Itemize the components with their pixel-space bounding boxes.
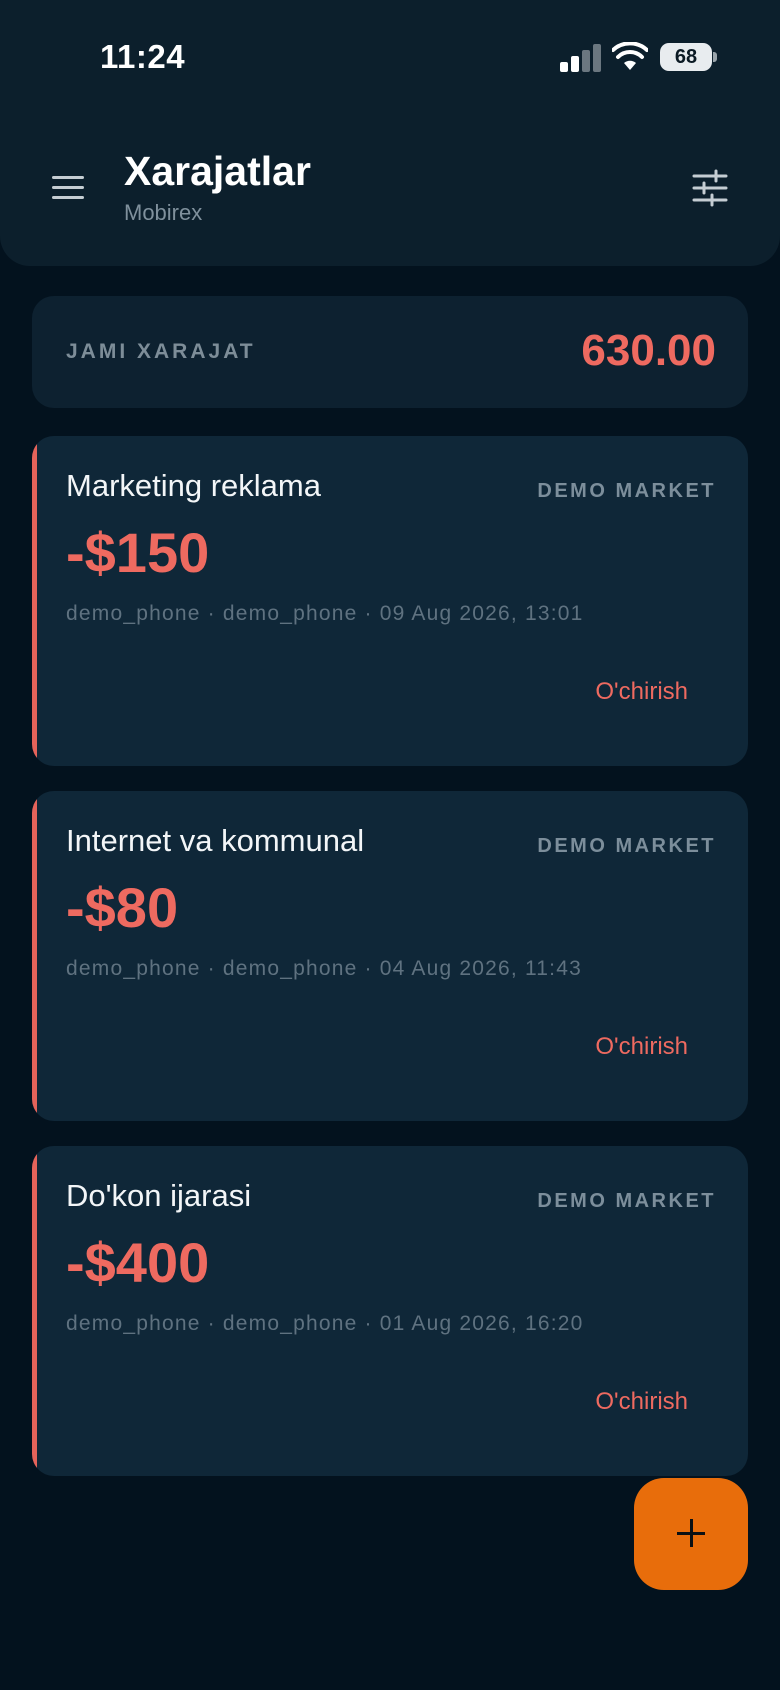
expense-store: DEMO MARKET — [537, 835, 716, 857]
expense-store: DEMO MARKET — [537, 480, 716, 502]
expense-amount: -$400 — [66, 1231, 210, 1294]
card-accent-bar — [32, 791, 37, 1121]
cellular-signal-icon — [560, 44, 601, 72]
status-bar: 11:24 68 — [0, 0, 780, 110]
expense-title: Do'kon ijarasi — [66, 1178, 252, 1213]
battery-tip — [713, 52, 717, 62]
expense-card[interactable]: Do'kon ijarasi DEMO MARKET -$400 demo_ph… — [32, 1146, 748, 1476]
total-value: 630.00 — [581, 326, 716, 375]
expense-card[interactable]: Marketing reklama DEMO MARKET -$150 demo… — [32, 436, 748, 766]
add-expense-button[interactable] — [634, 1478, 748, 1590]
expense-meta: demo_phone · demo_phone · 04 Aug 2026, 1… — [66, 957, 582, 980]
card-accent-bar — [32, 1146, 37, 1476]
expense-title: Marketing reklama — [66, 468, 321, 503]
expense-amount: -$80 — [66, 876, 179, 939]
delete-button[interactable]: O'chirish — [595, 1388, 688, 1416]
expense-card[interactable]: Internet va kommunal DEMO MARKET -$80 de… — [32, 791, 748, 1121]
expense-meta: demo_phone · demo_phone · 01 Aug 2026, 1… — [66, 1312, 584, 1335]
expense-title: Internet va kommunal — [66, 823, 365, 858]
expense-store: DEMO MARKET — [537, 1190, 716, 1212]
sliders-filter-icon[interactable] — [690, 168, 730, 208]
delete-button[interactable]: O'chirish — [595, 1033, 688, 1061]
battery-icon: 68 — [660, 43, 712, 71]
wifi-icon — [611, 41, 649, 72]
card-accent-bar — [32, 436, 37, 766]
hamburger-menu-icon[interactable] — [48, 170, 90, 204]
delete-button[interactable]: O'chirish — [595, 678, 688, 706]
page-title: Xarajatlar — [124, 148, 311, 194]
status-time: 11:24 — [100, 38, 186, 75]
total-label: JAMI XARAJAT — [66, 340, 256, 363]
expense-amount: -$150 — [66, 521, 210, 584]
total-expenses-card: JAMI XARAJAT 630.00 — [32, 296, 748, 408]
plus-icon-stem — [690, 1519, 693, 1547]
app-header: 11:24 68 Xarajatlar Mobirex — [0, 0, 780, 266]
expenses-screen: 11:24 68 Xarajatlar Mobirex JAMI XARAJAT… — [0, 0, 780, 1690]
page-subtitle: Mobirex — [124, 200, 203, 225]
expense-meta: demo_phone · demo_phone · 09 Aug 2026, 1… — [66, 602, 584, 625]
